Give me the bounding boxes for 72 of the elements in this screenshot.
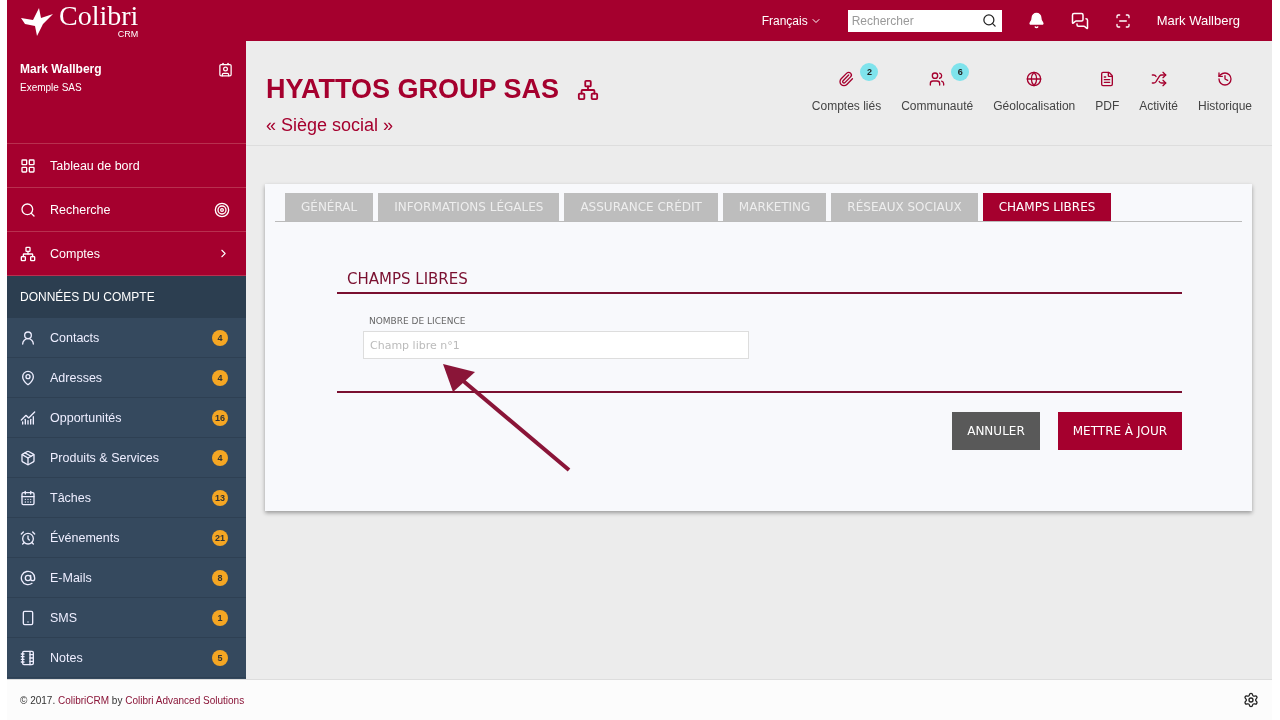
alarm-clock-icon bbox=[20, 529, 36, 546]
globe-icon bbox=[1026, 71, 1043, 87]
language-dropdown[interactable]: Français bbox=[761, 13, 822, 28]
update-button[interactable]: METTRE À JOUR bbox=[1057, 412, 1182, 450]
history-icon bbox=[1217, 71, 1233, 87]
sidebar-item[interactable]: Produits & Services 4 bbox=[7, 438, 246, 478]
page-title: HYATTOS GROUP SAS bbox=[266, 74, 560, 105]
sidebar-item[interactable]: Événements 21 bbox=[7, 518, 246, 558]
network-icon[interactable] bbox=[577, 78, 600, 101]
count-badge: 13 bbox=[212, 489, 228, 506]
shuffle-icon bbox=[1150, 71, 1167, 87]
network-icon bbox=[20, 245, 36, 262]
calendar-icon bbox=[20, 489, 36, 506]
chat-icon[interactable] bbox=[1070, 11, 1089, 30]
cube-icon bbox=[20, 449, 36, 466]
logo-subtext: CRM bbox=[117, 30, 139, 39]
search-icon bbox=[20, 201, 36, 218]
fullscreen-icon[interactable] bbox=[1114, 12, 1131, 29]
phone-icon bbox=[20, 609, 36, 626]
page-subtitle: « Siège social » bbox=[266, 115, 395, 136]
copyright-text: © 2017. ColibriCRM by Colibri Advanced Solutions bbox=[20, 694, 246, 706]
pdf-icon bbox=[1099, 71, 1116, 87]
sidebar-item[interactable]: Tâches 13 bbox=[7, 478, 246, 518]
search-icon[interactable] bbox=[981, 12, 997, 28]
section-title: CHAMPS LIBRES bbox=[337, 270, 1182, 294]
logo-text: Colibri bbox=[59, 2, 139, 30]
action-button[interactable]: PDF bbox=[1095, 63, 1120, 113]
tab[interactable]: CHAMPS LIBRES bbox=[982, 193, 1112, 221]
section-header: DONNÉES DU COMPTE bbox=[7, 276, 246, 318]
chart-icon bbox=[20, 409, 36, 426]
nav-item[interactable]: Tableau de bord bbox=[7, 144, 246, 188]
cancel-button[interactable]: ANNULER bbox=[952, 412, 1040, 450]
bell-icon[interactable] bbox=[1027, 12, 1045, 29]
count-badge: 4 bbox=[212, 329, 228, 346]
count-badge: 4 bbox=[212, 449, 228, 466]
count-badge: 5 bbox=[212, 649, 228, 666]
count-badge: 21 bbox=[212, 529, 228, 546]
users-icon bbox=[929, 71, 946, 87]
sidebar-item[interactable]: Opportunités 16 bbox=[7, 398, 246, 438]
action-button[interactable]: Communauté 6 bbox=[901, 63, 974, 113]
field-label: NOMBRE DE LICENCE bbox=[368, 316, 467, 326]
input-field[interactable]: Champ libre n°1 bbox=[363, 331, 749, 359]
count-badge: 8 bbox=[212, 569, 228, 586]
action-button[interactable]: Historique bbox=[1197, 63, 1252, 113]
count-badge: 4 bbox=[212, 369, 228, 386]
user-name[interactable]: Mark Wallberg bbox=[1156, 13, 1240, 28]
contact-card-icon[interactable] bbox=[218, 62, 233, 77]
sidebar-item[interactable]: Notes 5 bbox=[7, 638, 246, 678]
action-button[interactable]: Activité bbox=[1139, 63, 1178, 113]
person-icon bbox=[20, 329, 36, 346]
sidebar-item[interactable]: E-Mails 8 bbox=[7, 558, 246, 598]
paperclip-icon bbox=[838, 71, 855, 87]
company-name: Exemple SAS bbox=[20, 82, 83, 93]
nav-item[interactable]: Comptes bbox=[7, 232, 246, 276]
count-badge: 16 bbox=[212, 409, 228, 426]
sidebar-item[interactable]: Adresses 4 bbox=[7, 358, 246, 398]
action-button[interactable]: Géolocalisation bbox=[993, 63, 1076, 113]
count-badge: 6 bbox=[951, 63, 970, 81]
sidebar-item[interactable]: SMS 1 bbox=[7, 598, 246, 638]
at-icon bbox=[20, 569, 36, 586]
nav-item[interactable]: Recherche bbox=[7, 188, 246, 232]
settings-icon[interactable] bbox=[1243, 692, 1259, 708]
target-icon[interactable] bbox=[214, 201, 230, 218]
action-button[interactable]: Comptes liés 2 bbox=[811, 63, 882, 113]
grid-icon bbox=[20, 157, 36, 174]
sidebar-item[interactable]: Contacts 4 bbox=[7, 318, 246, 358]
count-badge: 1 bbox=[212, 609, 228, 626]
count-badge: 2 bbox=[860, 63, 879, 81]
user-name: Mark Wallberg bbox=[20, 62, 103, 76]
search-field[interactable]: Rechercher bbox=[847, 9, 1002, 32]
notebook-icon bbox=[20, 649, 36, 666]
map-pin-icon bbox=[20, 369, 36, 386]
